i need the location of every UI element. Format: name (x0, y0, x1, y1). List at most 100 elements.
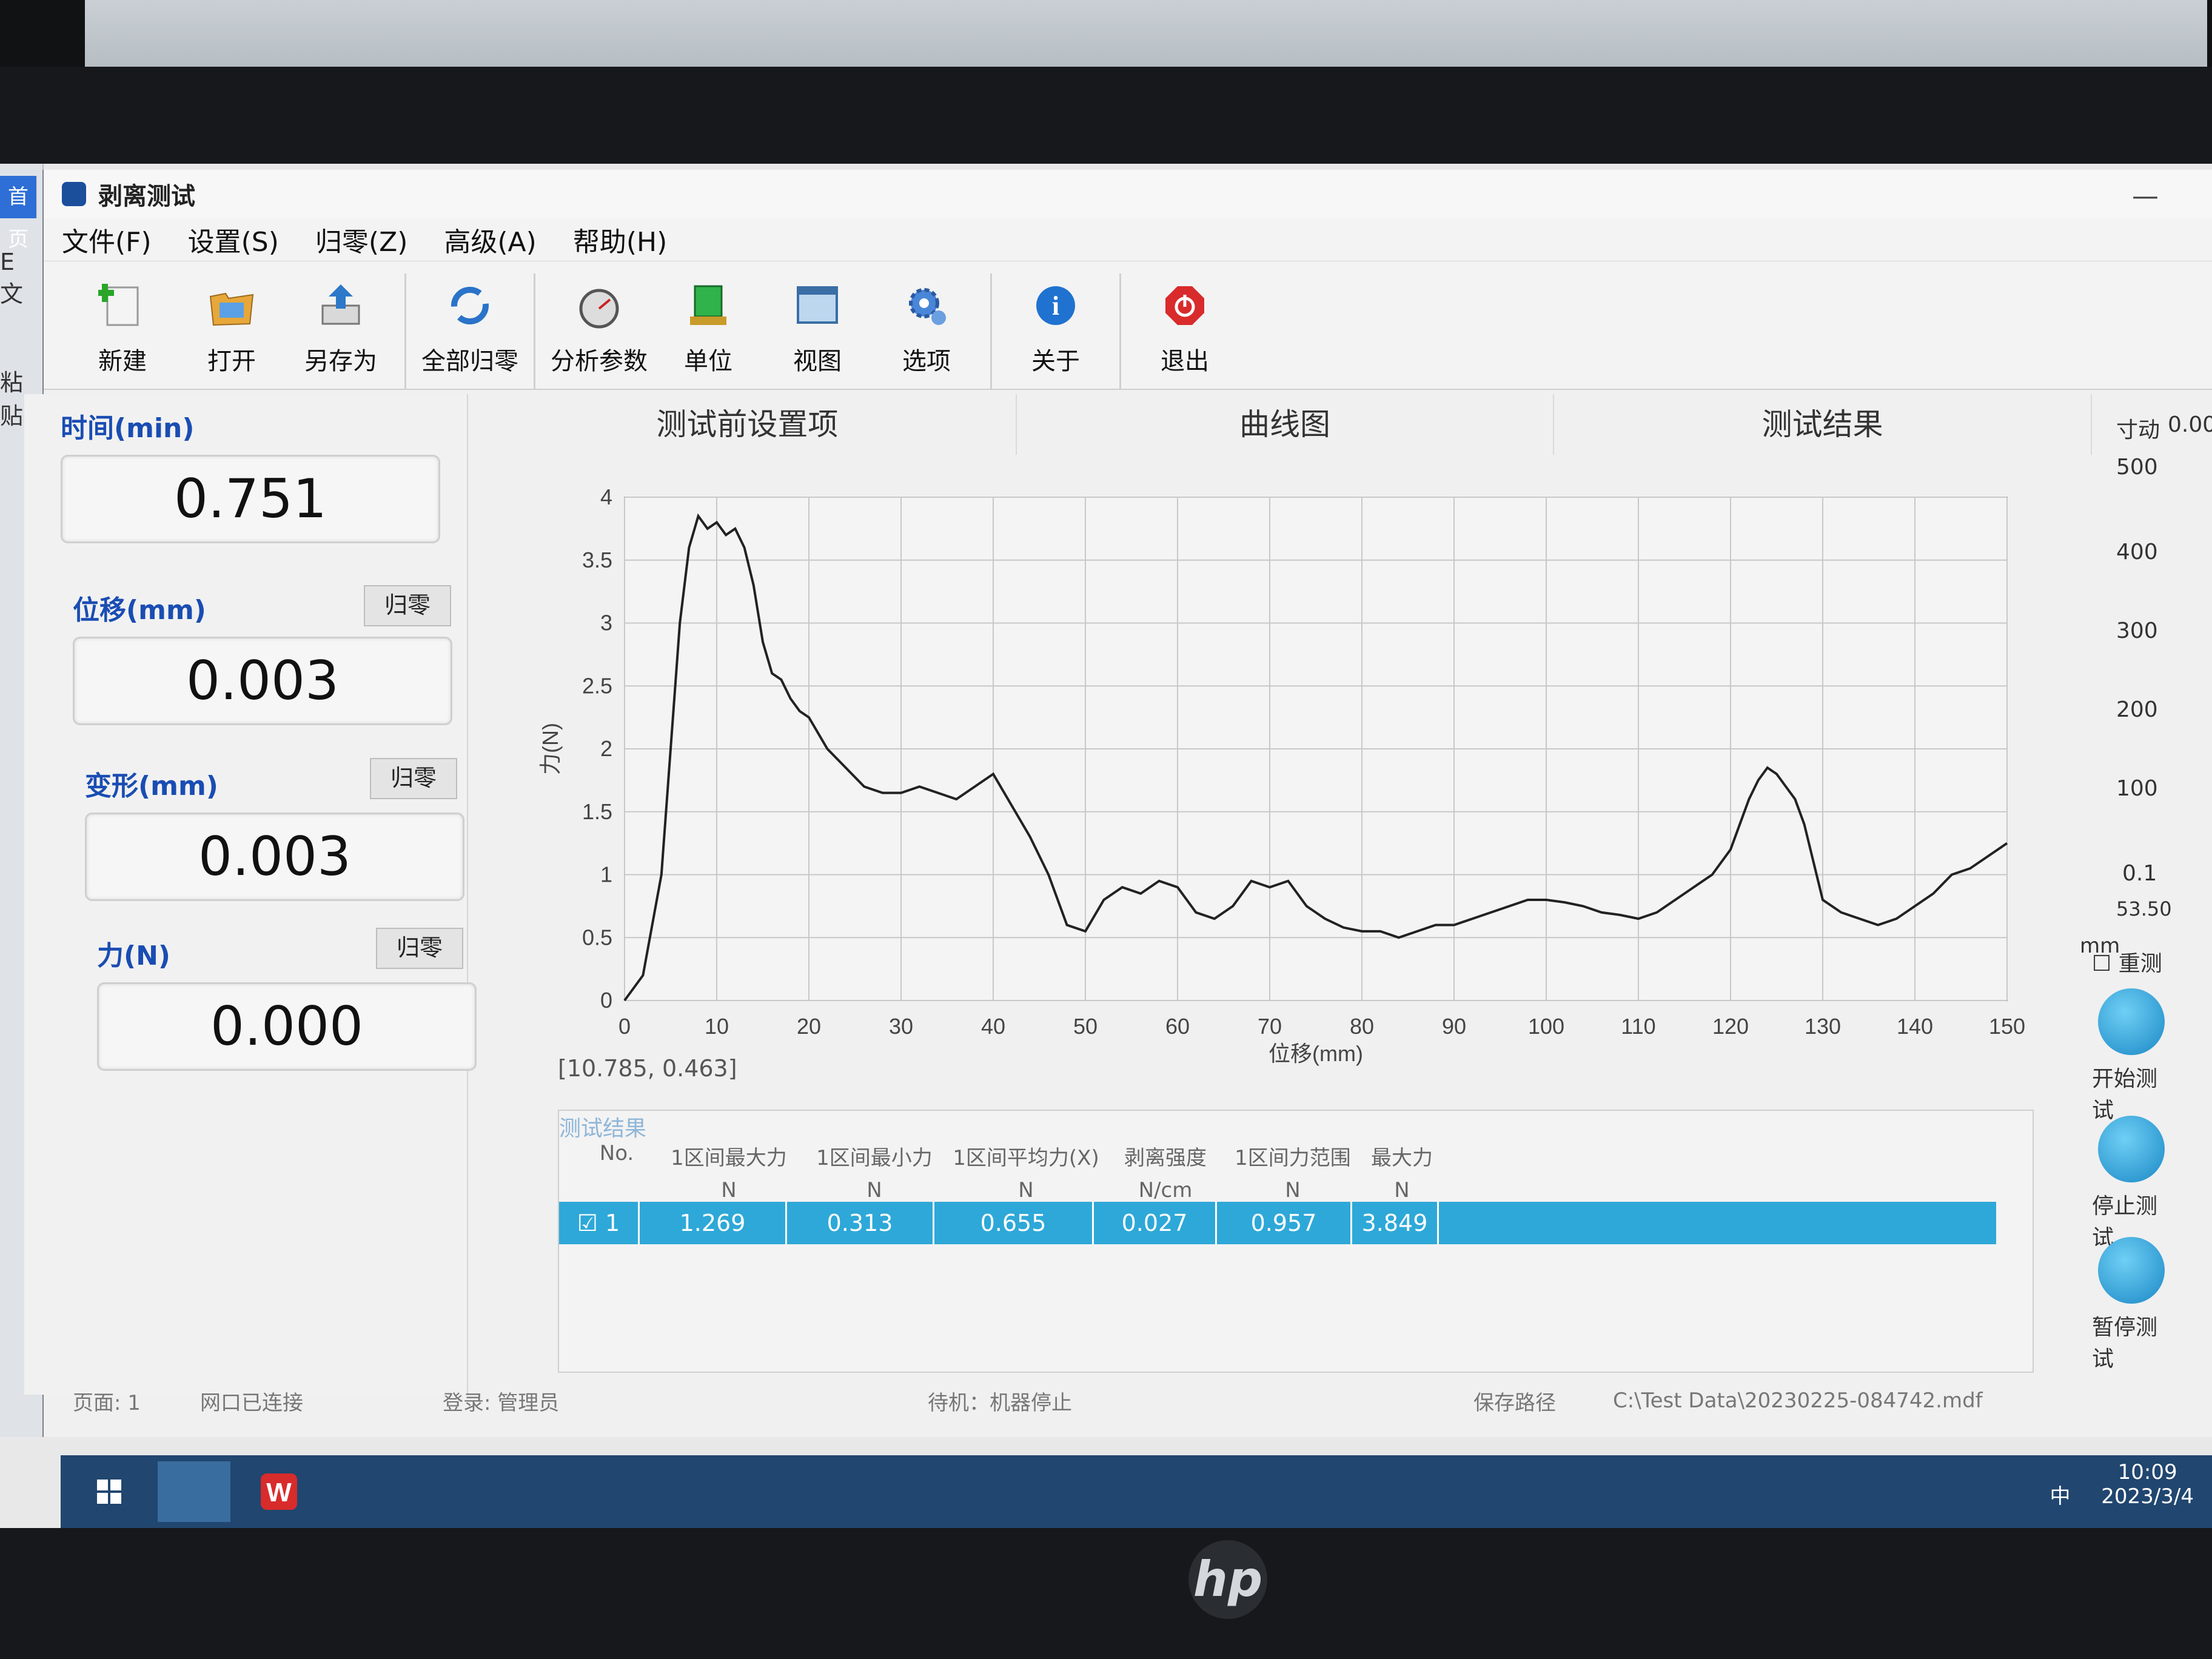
menu-settings[interactable]: 设置(S) (188, 220, 279, 259)
about-label: 关于 (1031, 347, 1080, 375)
play-icon[interactable] (2098, 988, 2165, 1055)
scale-200: 200 (2116, 697, 2158, 722)
minimize-button[interactable]: — (2132, 181, 2159, 212)
status-save-label: 保存路径 (1473, 1390, 1556, 1415)
y-tick-label: 3 (600, 611, 612, 635)
wps-icon[interactable]: W (243, 1461, 315, 1522)
open-button[interactable]: 打开 (177, 273, 286, 389)
save-as-button[interactable]: 另存为 (286, 273, 395, 389)
zero-all-button[interactable]: 全部归零 (415, 273, 525, 389)
stop-icon[interactable] (2098, 1116, 2165, 1182)
x-axis-label: 位移(mm) (1269, 1041, 1363, 1066)
displacement-zero-button[interactable]: 归零 (364, 585, 451, 626)
tab-curve[interactable]: 曲线图 (1017, 394, 1555, 455)
position-input[interactable]: 53.50 (2116, 897, 2172, 920)
scale-300: 300 (2116, 618, 2158, 643)
unit-label: 单位 (684, 347, 732, 375)
results-table: 测试结果 No. 1区间最大力 N 1区间最小力 N 1区间平均力(X) N 剥离强度… (558, 1110, 2034, 1373)
menu-zero[interactable]: 归零(Z) (315, 220, 407, 259)
table-header: No. 1区间最大力 N 1区间最小力 N 1区间平均力(X) N 剥离强度 N/cm … (577, 1141, 1444, 1202)
status-machine: 待机：机器停止 (928, 1390, 1072, 1415)
clock[interactable]: 10:09 2023/3/4 (2101, 1460, 2194, 1509)
toolbar-separator (990, 273, 992, 389)
options-label: 选项 (902, 347, 951, 375)
x-tick-label: 10 (705, 1014, 729, 1039)
refresh-icon (443, 278, 497, 333)
y-tick-label: 3.5 (582, 548, 612, 572)
status-page: 页面: 1 (73, 1390, 141, 1415)
time-label: 时间(min) (61, 413, 195, 444)
x-tick-label: 110 (1621, 1014, 1655, 1039)
view-icon (790, 278, 845, 333)
cell-peel-strength: 0.027 (1094, 1202, 1217, 1244)
x-tick-label: 0 (618, 1014, 631, 1039)
force-zero-button[interactable]: 归零 (376, 928, 463, 969)
menu-help[interactable]: 帮助(H) (573, 220, 667, 259)
check-icon[interactable]: ☑ (577, 1210, 605, 1236)
header-max-force: 1区间最大力 N (671, 1146, 787, 1202)
unit-icon (681, 278, 736, 333)
table-row[interactable]: ☑ 1 1.269 0.313 0.655 0.027 0.957 3.849 (559, 1202, 1996, 1244)
results-title: 测试结果 (559, 1116, 647, 1141)
cell-force-range: 0.957 (1217, 1202, 1352, 1244)
menu-advanced[interactable]: 高级(A) (444, 220, 536, 259)
pause-test-label[interactable]: 暂停测试 (2092, 1310, 2170, 1373)
cell-peak-force: 3.849 (1352, 1202, 1439, 1244)
x-tick-label: 60 (1165, 1014, 1190, 1039)
y-tick-label: 4 (600, 484, 612, 509)
status-port: 网口已连接 (200, 1390, 303, 1415)
scale-400: 400 (2116, 540, 2158, 565)
y-tick-label: 0 (600, 988, 612, 1013)
options-button[interactable]: 选项 (872, 273, 981, 389)
new-button[interactable]: 新建 (68, 273, 177, 389)
status-login: 登录: 管理员 (443, 1390, 560, 1415)
start-test-label[interactable]: 开始测试 (2092, 1061, 2170, 1124)
open-label: 打开 (207, 347, 256, 375)
jog-input[interactable]: 0.00 (2168, 412, 2212, 437)
open-folder-icon (204, 278, 259, 333)
unit-button[interactable]: 单位 (654, 273, 763, 389)
row-checkbox-no[interactable]: ☑ 1 (559, 1202, 640, 1244)
start-button[interactable] (73, 1461, 146, 1522)
header-force-range: 1区间力范围 N (1235, 1146, 1351, 1202)
tab-results[interactable]: 测试结果 (1554, 394, 2093, 455)
x-tick-label: 90 (1442, 1014, 1466, 1039)
background-tab[interactable]: 首页 (0, 176, 38, 252)
exit-label: 退出 (1161, 347, 1209, 375)
x-tick-label: 30 (889, 1014, 913, 1039)
hp-logo: hp (1188, 1540, 1267, 1619)
view-button[interactable]: 视图 (763, 273, 872, 389)
x-tick-label: 40 (981, 1014, 1005, 1039)
about-button[interactable]: i 关于 (1001, 273, 1110, 389)
cell-min-force: 0.313 (787, 1202, 934, 1244)
pause-icon[interactable] (2098, 1237, 2165, 1304)
screen: 首页 E 文 粘贴 剥离测试 — 文件(F) 设置(S) 归零(Z) 高级(A)… (0, 164, 2212, 1528)
background-text: E 文 (0, 249, 24, 307)
status-save-path: C:\Test Data\20230225-084742.mdf (1613, 1389, 1983, 1413)
cell-max-force: 1.269 (640, 1202, 787, 1244)
status-bar: 页面: 1 网口已连接 登录: 管理员 待机：机器停止 保存路径 C:\Test… (73, 1376, 2170, 1425)
gear-icon (899, 278, 954, 333)
menu-file[interactable]: 文件(F) (62, 220, 152, 259)
app-taskbar-icon[interactable] (158, 1461, 230, 1522)
cursor-coordinate: [10.785, 0.463] (558, 1055, 737, 1082)
toolbar-separator (404, 273, 406, 389)
checkbox-icon[interactable]: ☐ (2092, 951, 2111, 976)
new-file-icon (95, 278, 150, 333)
tab-pretest-settings[interactable]: 测试前设置项 (479, 394, 1017, 455)
x-tick-label: 50 (1073, 1014, 1098, 1039)
exit-button[interactable]: 退出 (1130, 273, 1239, 389)
force-displacement-chart[interactable]: 0 10 20 30 40 50 60 70 80 90 100 110 120 130 140 150 0 0.… (497, 467, 2074, 1073)
title-bar: 剥离测试 — (44, 170, 2212, 218)
header-peak-force: 最大力 N (1371, 1146, 1433, 1202)
toolbar: 新建 打开 另存为 全部归零 分析参数 单位 视图 选项 i 关于 退出 (44, 261, 2212, 390)
view-label: 视图 (793, 347, 842, 375)
displacement-label: 位移(mm) (73, 595, 206, 626)
ime-indicator[interactable]: 中 (2049, 1484, 2070, 1509)
retest-checkbox[interactable]: ☐ 重测 (2092, 946, 2162, 977)
scale-100: 100 (2116, 776, 2158, 801)
window-title: 剥离测试 (98, 183, 195, 210)
y-tick-label: 2 (600, 736, 612, 761)
deformation-zero-button[interactable]: 归零 (370, 758, 457, 799)
analysis-button[interactable]: 分析参数 (545, 273, 654, 389)
